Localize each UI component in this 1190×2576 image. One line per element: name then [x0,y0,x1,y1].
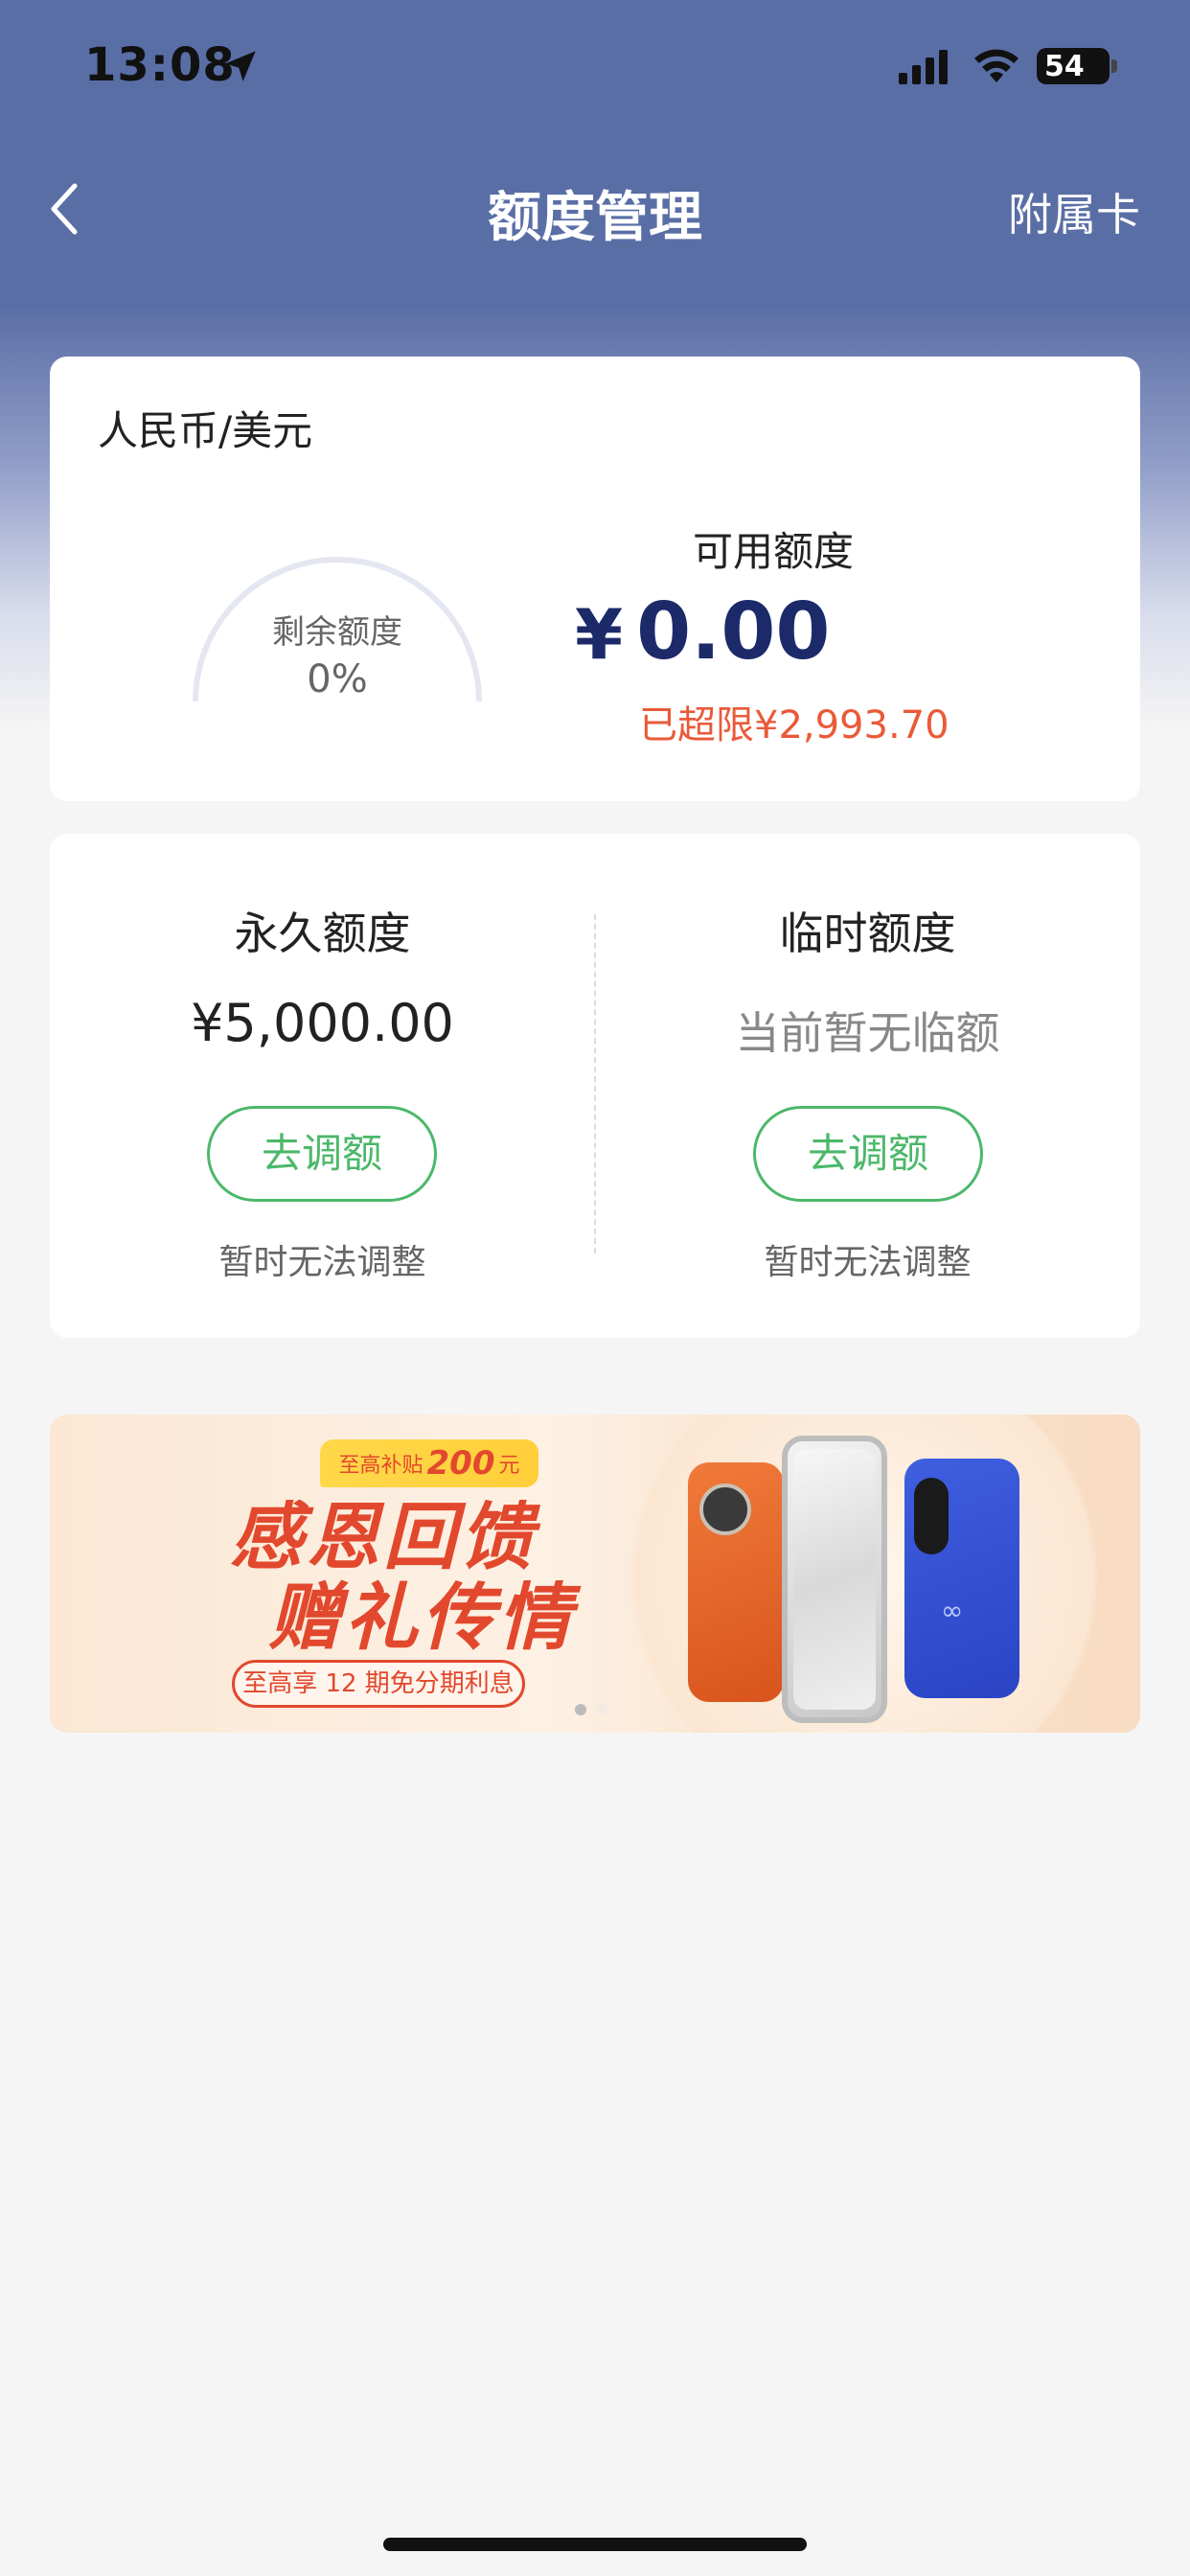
status-bar: 13:08 54 [0,0,1190,134]
battery-tip [1111,59,1117,73]
status-time: 13:08 [84,38,236,92]
permanent-limit-section: 永久额度 ¥5,000.00 去调额 暂时无法调整 [50,834,595,1338]
home-indicator[interactable] [383,2538,807,2551]
navigation-bar: 额度管理 附属卡 [0,153,1190,259]
over-limit-notice: 已超限¥2,993.70 [639,703,950,748]
permanent-limit-title: 永久额度 [234,908,411,959]
permanent-limit-note: 暂时无法调整 [218,1243,426,1282]
currency-symbol: ¥ [575,594,624,675]
location-arrow-icon [225,51,256,81]
badge-suffix: 元 [498,1454,520,1478]
remaining-limit-label: 剩余额度 [272,613,402,652]
remaining-limit-percent: 0% [307,657,368,702]
available-limit-card: 人民币/美元 剩余额度 0% 可用额度 ¥0.00 已超限¥2,993.70 [50,356,1140,801]
adjust-permanent-limit-button[interactable]: 去调额 [207,1106,437,1202]
phone-screen [793,1449,876,1710]
phone-logo-icon: ∞ [941,1595,964,1626]
badge-amount: 200 [426,1444,495,1483]
available-limit-value: 0.00 [636,586,831,678]
interest-free-pill: 至高享 12 期免分期利息 [232,1660,525,1708]
cellular-signal-icon [899,50,948,84]
camera-module [914,1478,949,1554]
carousel-dot[interactable] [596,1704,607,1715]
permanent-limit-amount: ¥5,000.00 [191,993,454,1053]
silver-phone-image [782,1436,887,1723]
blue-phone-image: ∞ [904,1459,1019,1698]
battery-icon: 54 [1037,48,1110,84]
temporary-limit-section: 临时额度 当前暂无临额 去调额 暂时无法调整 [595,834,1140,1338]
available-limit-label: 可用额度 [692,528,854,575]
temporary-limit-note: 暂时无法调整 [764,1243,972,1282]
adjust-temporary-limit-button[interactable]: 去调额 [753,1106,983,1202]
promo-banner[interactable]: 至高补贴 200 元 感恩回馈 赠礼传情 至高享 12 期免分期利息 ∞ [50,1414,1140,1733]
supplementary-card-link[interactable]: 附属卡 [1008,180,1140,243]
battery-level: 54 [1044,49,1085,83]
badge-prefix: 至高补贴 [338,1454,423,1478]
carousel-dot[interactable] [575,1704,586,1715]
banner-headline-line2: 赠礼传情 [268,1575,575,1660]
wifi-icon [974,49,1018,82]
camera-module [699,1484,751,1535]
orange-phone-image [688,1462,784,1702]
available-limit-amount: ¥0.00 [575,586,830,678]
currency-label: 人民币/美元 [98,407,313,454]
temporary-limit-amount: 当前暂无临额 [735,1007,1000,1059]
temporary-limit-title: 临时额度 [779,908,956,959]
carousel-indicator[interactable] [575,1704,607,1715]
limit-types-card: 永久额度 ¥5,000.00 去调额 暂时无法调整 临时额度 当前暂无临额 去调… [50,834,1140,1338]
